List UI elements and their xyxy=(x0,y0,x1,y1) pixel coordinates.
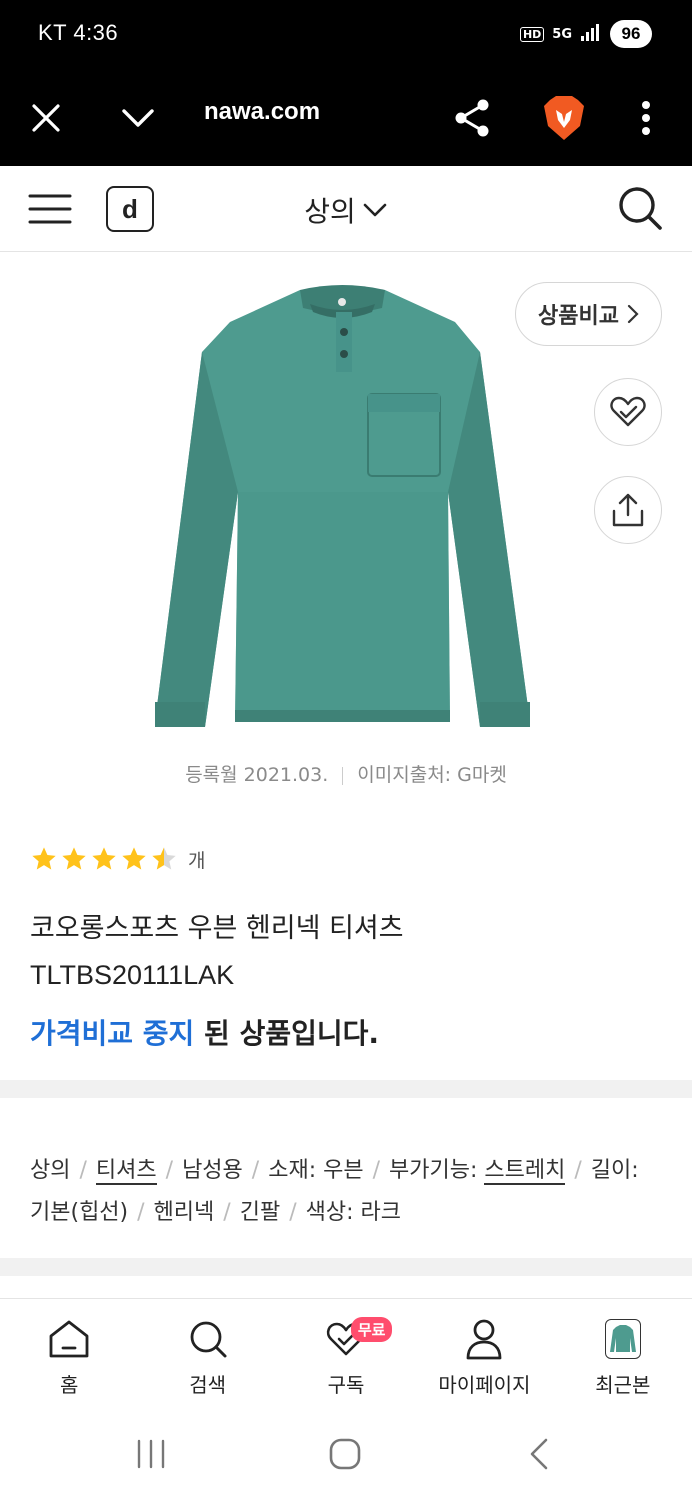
spec-item: 헨리넥 xyxy=(153,1200,215,1225)
free-badge: 무료 xyxy=(350,1317,393,1342)
nav-home[interactable]: 홈 xyxy=(0,1299,138,1410)
image-source: 이미지출처: G마켓 xyxy=(357,764,507,786)
search-icon[interactable] xyxy=(616,184,664,232)
close-icon[interactable] xyxy=(16,88,76,148)
chevron-right-icon xyxy=(627,304,639,324)
spec-separator: / xyxy=(372,1158,381,1183)
home-icon xyxy=(47,1317,91,1361)
price-notice-text: 된 상품입니다. xyxy=(194,1017,380,1050)
section-divider xyxy=(0,1080,692,1098)
nav-home-label: 홈 xyxy=(60,1373,79,1397)
status-icons: HD 5G 96 xyxy=(519,20,652,48)
product-info: 개 코오롱스포츠 우븐 헨리넥 티셔츠 TLTBS20111LAK 가격비교 중… xyxy=(30,842,662,1052)
star-icon xyxy=(62,847,86,870)
brave-lion-icon[interactable] xyxy=(534,88,594,148)
price-notice-accent: 가격비교 중지 xyxy=(30,1017,195,1050)
spec-item[interactable]: 상의 xyxy=(30,1158,70,1183)
share-icon[interactable] xyxy=(442,88,502,148)
spec-item: 남성용 xyxy=(182,1158,243,1183)
product-title-line1: 코오롱스포츠 우븐 헨리넥 티셔츠 xyxy=(30,913,404,944)
star-icon xyxy=(92,847,116,870)
signal-icon xyxy=(580,22,602,46)
spec-separator: / xyxy=(251,1158,260,1183)
chevron-down-icon[interactable] xyxy=(108,88,168,148)
network-5g-icon: 5G xyxy=(552,26,572,42)
meta-divider xyxy=(342,766,344,785)
registered-date: 등록월 2021.03. xyxy=(185,764,329,786)
star-icon xyxy=(122,847,146,870)
spec-separator: / xyxy=(137,1200,145,1225)
battery-indicator: 96 xyxy=(610,20,652,48)
status-carrier-time: KT 4:36 xyxy=(38,20,119,45)
spec-item: 소재: 우븐 xyxy=(268,1158,364,1183)
spec-separator: / xyxy=(574,1158,582,1183)
price-comparison-notice: 가격비교 중지 된 상품입니다. xyxy=(30,1012,662,1052)
product-image-area: 상품비교 등록월 2021.03. 이미지출처: G마켓 xyxy=(0,252,692,812)
half-star-icon xyxy=(152,847,176,870)
url-bar[interactable]: nawa.com xyxy=(204,98,320,126)
hd-icon: HD xyxy=(519,26,545,42)
spec-item: 부가기능: xyxy=(389,1158,485,1183)
share-button[interactable] xyxy=(594,476,662,544)
heart-check-icon xyxy=(610,396,646,427)
spec-item: 긴팔 xyxy=(239,1200,281,1225)
back-icon[interactable] xyxy=(514,1432,564,1476)
home-circle-icon[interactable] xyxy=(320,1432,370,1476)
product-title: 코오롱스포츠 우븐 헨리넥 티셔츠 TLTBS20111LAK xyxy=(30,906,662,998)
rating: 개 xyxy=(30,842,662,876)
system-navigation xyxy=(0,1410,692,1500)
nav-subscribe-label: 구독 xyxy=(327,1373,365,1397)
product-specs: 상의 / 티셔츠 / 남성용 / 소재: 우븐 / 부가기능: 스트레치 / 길이: 기본(힙선) /… xyxy=(30,1150,662,1234)
spec-item: 색상: 라크 xyxy=(305,1200,401,1225)
product-image[interactable] xyxy=(150,282,535,742)
compare-label: 상품비교 xyxy=(538,304,619,329)
star-icon xyxy=(32,847,56,870)
browser-toolbar: nawa.com xyxy=(0,70,692,166)
nav-mypage-label: 마이페이지 xyxy=(438,1373,531,1397)
product-model-code: TLTBS20111LAK xyxy=(30,960,235,990)
status-bar: KT 4:36 HD 5G 96 xyxy=(0,0,692,70)
category-title: 상의 xyxy=(304,195,356,228)
section-divider xyxy=(0,1258,692,1276)
nav-recent[interactable]: 최근본 xyxy=(554,1299,692,1410)
nav-search-label: 검색 xyxy=(189,1373,227,1397)
nav-search[interactable]: 검색 xyxy=(138,1299,276,1410)
chevron-down-icon xyxy=(363,203,387,217)
spec-separator: / xyxy=(165,1158,174,1183)
app-header: d 상의 xyxy=(0,166,692,252)
spec-item-link[interactable]: 스트레치 xyxy=(484,1158,566,1185)
upload-share-icon xyxy=(612,493,644,527)
recent-apps-icon[interactable] xyxy=(126,1432,176,1476)
spec-item-link[interactable]: 티셔츠 xyxy=(95,1158,157,1185)
recent-thumbnail xyxy=(604,1319,641,1359)
nav-recent-label: 최근본 xyxy=(595,1373,651,1397)
rating-count-unit: 개 xyxy=(188,849,206,872)
user-icon xyxy=(462,1317,506,1361)
search-icon xyxy=(186,1317,230,1361)
compare-button[interactable]: 상품비교 xyxy=(515,282,662,346)
spec-separator: / xyxy=(223,1200,231,1225)
spec-separator: / xyxy=(289,1200,297,1225)
wishlist-button[interactable] xyxy=(594,378,662,446)
spec-separator: / xyxy=(79,1158,87,1183)
category-dropdown[interactable]: 상의 xyxy=(0,190,692,230)
nav-mypage[interactable]: 마이페이지 xyxy=(415,1299,553,1410)
bottom-navigation: 홈 검색 무료 구독 마이페이지 최근본 xyxy=(0,1298,692,1410)
nav-subscribe[interactable]: 무료 구독 xyxy=(277,1299,415,1410)
product-meta: 등록월 2021.03. 이미지출처: G마켓 xyxy=(0,760,692,787)
more-vertical-icon[interactable] xyxy=(616,88,676,148)
recent-thumbnail-wrapper xyxy=(601,1317,645,1361)
